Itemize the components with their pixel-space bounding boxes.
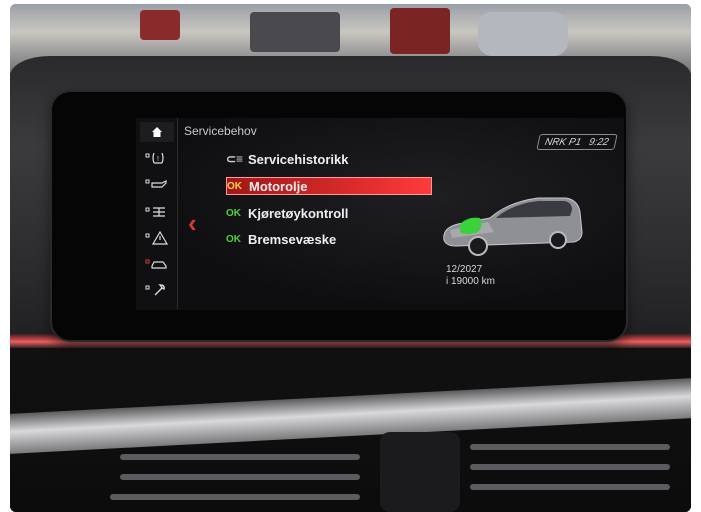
radio-station: NRK P1 (544, 136, 583, 148)
clock: 9:22 (588, 136, 611, 148)
engine-highlight (460, 217, 482, 234)
menu-item-label: Motorolje (249, 178, 308, 194)
car-service-icon[interactable] (140, 254, 174, 274)
air-vent-slat (470, 464, 670, 470)
service-due-distance: i 19000 km (446, 276, 495, 287)
menu-item-vehicle-inspection[interactable]: OK Kjøretøykontroll (226, 204, 432, 222)
oil-can-icon[interactable] (140, 174, 174, 194)
page-title: Servicebehov (184, 124, 257, 138)
tool-cabinet (390, 8, 450, 54)
workshop-object (140, 10, 180, 40)
ok-badge: OK (226, 207, 241, 219)
left-icon-rail: ! (136, 118, 178, 310)
menu-item-label: Servicehistorikk (248, 151, 349, 167)
wrench-icon[interactable] (140, 280, 174, 300)
air-vent-slat (120, 454, 360, 460)
menu-item-service-history[interactable]: ⊂≡ Servicehistorikk (226, 150, 432, 168)
infotainment-screen: ! Servicebehov NRK P1 9:22 ‹ ⊂≡ Serviceh… (136, 118, 624, 310)
ok-badge: OK (227, 180, 242, 192)
service-history-icon: ⊂≡ (226, 152, 244, 166)
workshop-object (250, 12, 340, 52)
transmission-icon[interactable] (140, 202, 174, 222)
home-icon[interactable] (140, 122, 174, 142)
front-wheel (468, 236, 488, 256)
air-vent-slat (470, 484, 670, 490)
chevron-left-icon[interactable]: ‹ (188, 210, 197, 236)
car-illustration (443, 197, 583, 256)
ok-badge: OK (226, 233, 241, 245)
parked-car (478, 12, 568, 56)
menu-item-label: Bremsevæske (248, 231, 337, 247)
center-control (380, 432, 460, 512)
air-vent-slat (120, 474, 360, 480)
menu-item-engine-oil[interactable]: OK Motorolje (226, 177, 432, 195)
menu-item-label: Kjøretøykontroll (248, 205, 349, 221)
warning-triangle-icon[interactable] (140, 228, 174, 248)
air-vent-slat (470, 444, 670, 450)
tire-pressure-icon[interactable]: ! (140, 148, 174, 168)
status-indicator: NRK P1 9:22 (536, 134, 618, 150)
rear-wheel (549, 231, 567, 249)
svg-text:!: ! (157, 156, 159, 163)
air-vent-slat (110, 494, 360, 500)
service-due-date: 12/2027 (446, 264, 483, 275)
menu-item-brake-fluid[interactable]: OK Bremsevæske (226, 230, 432, 248)
service-due-info: 12/2027 i 19000 km (446, 264, 536, 288)
